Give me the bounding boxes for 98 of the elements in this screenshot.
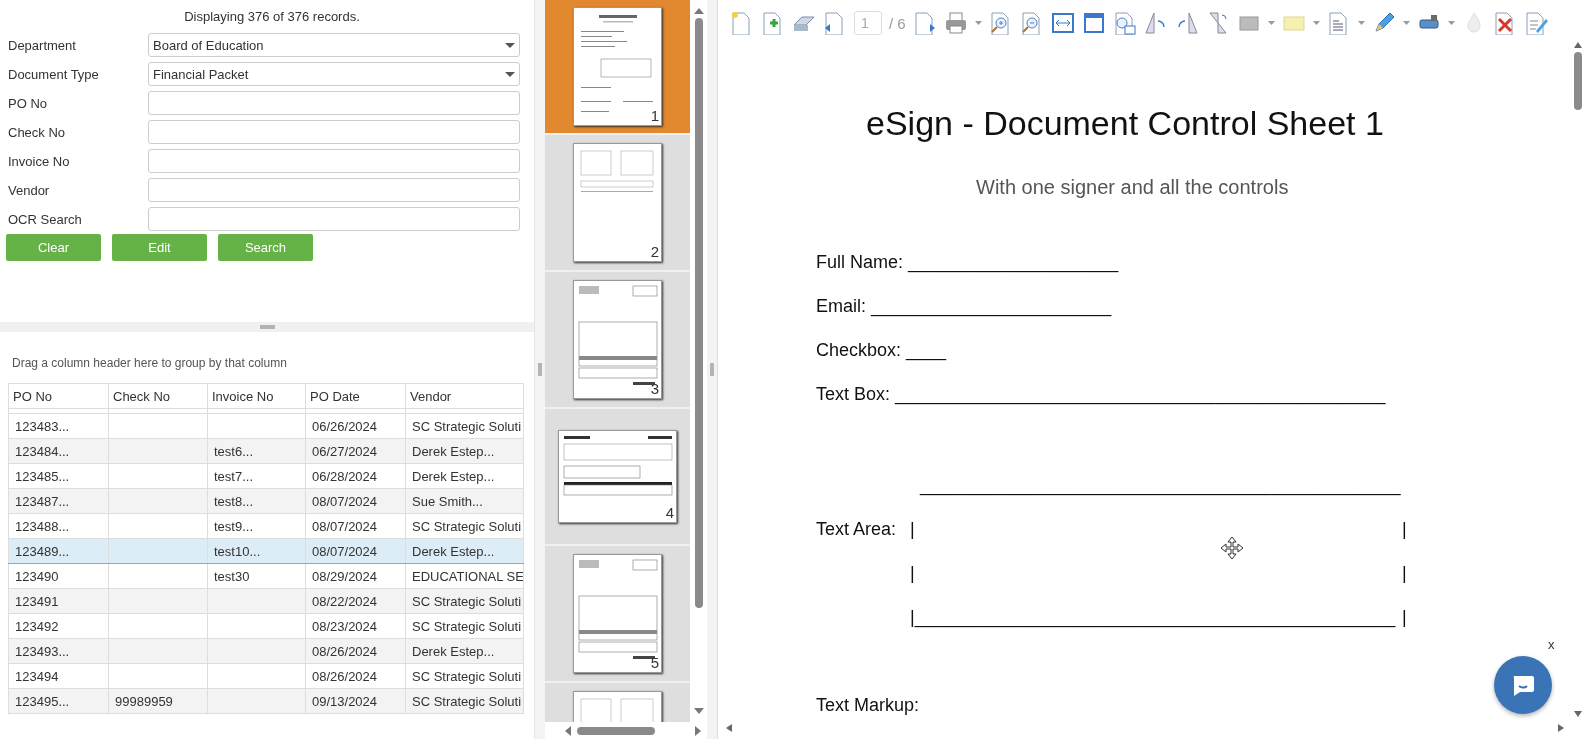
table-cell: Derek Estep... — [405, 463, 524, 489]
table-cell: 123494 — [8, 663, 109, 689]
table-cell: 06/27/2024 — [305, 438, 406, 464]
table-row[interactable]: 123493... 08/26/2024 Derek Estep... — [8, 638, 524, 664]
close-chat-button[interactable]: x — [1548, 637, 1555, 652]
table-cell: test7... — [207, 463, 306, 489]
form-field-text: Text Area: — [816, 519, 897, 540]
table-cell: 08/22/2024 — [305, 588, 406, 614]
table-cell: 08/07/2024 — [305, 538, 406, 564]
record-count-text: Displaying 376 of 376 records. — [183, 8, 361, 26]
table-row[interactable]: 123484... test6... 06/27/2024 Derek Estep... — [8, 438, 524, 464]
table-row[interactable]: 123488... test9... 08/07/2024 SC Strategic Soluti — [8, 513, 524, 539]
field-label: Check No — [8, 124, 67, 140]
page-number: 4 — [665, 504, 674, 521]
form-field-text: Checkbox: ____ — [816, 340, 947, 361]
table-cell: 08/26/2024 — [305, 638, 406, 664]
table-cell: 06/28/2024 — [305, 463, 406, 489]
text-area-border: | — [1402, 519, 1407, 540]
table-cell: 06/26/2024 — [305, 413, 406, 439]
table-cell: 08/07/2024 — [305, 488, 406, 514]
column-header[interactable]: Check No — [108, 383, 208, 409]
table-cell: 08/23/2024 — [305, 613, 406, 639]
table-cell: 123489... — [8, 538, 109, 564]
table-cell: 123484... — [8, 438, 109, 464]
document-title: eSign - Document Control Sheet 1 — [866, 104, 1385, 144]
form-field-text: Text Markup: — [816, 695, 920, 716]
table-cell: Sue Smith... — [405, 488, 524, 514]
table-cell: test30 — [207, 563, 306, 589]
table-cell: 123485... — [8, 463, 109, 489]
table-row[interactable]: 123495... 99989959 09/13/2024 SC Strategic Soluti — [8, 688, 524, 714]
group-hint-text: Drag a column header here to group by that column — [11, 356, 288, 372]
fill-in-line: ________________________________________________ — [920, 475, 1401, 496]
text-area-border: | — [1402, 563, 1407, 584]
table-cell: SC Strategic Soluti — [405, 413, 524, 439]
table-row[interactable]: 123487... test8... 08/07/2024 Sue Smith... — [8, 488, 524, 514]
table-cell: 123490 — [8, 563, 109, 589]
table-cell: Derek Estep... — [405, 638, 524, 664]
table-row[interactable]: 123492 08/23/2024 SC Strategic Soluti — [8, 613, 524, 639]
page-thumbnail[interactable]: 4 — [545, 409, 690, 544]
page-thumbnail[interactable]: 2 — [545, 135, 690, 270]
table-cell: SC Strategic Soluti — [405, 513, 524, 539]
table-cell: SC Strategic Soluti — [405, 588, 524, 614]
column-header[interactable]: PO Date — [305, 383, 406, 409]
column-header[interactable]: Vendor — [405, 383, 524, 409]
page-thumbnail[interactable]: 5 — [545, 546, 690, 681]
table-row[interactable]: 123490 test30 08/29/2024 EDUCATIONAL SE — [8, 563, 524, 589]
table-cell: 99989959 — [108, 688, 208, 714]
table-cell: 123495... — [8, 688, 109, 714]
table-cell: SC Strategic Soluti — [405, 688, 524, 714]
table-row[interactable]: 123483... 06/26/2024 SC Strategic Soluti — [8, 413, 524, 439]
page-number: 3 — [650, 380, 659, 397]
page-number: 1 — [650, 107, 659, 124]
page-thumbnail[interactable]: 3 — [545, 272, 690, 407]
table-row[interactable]: 123489... test10... 08/07/2024 Derek Estep... — [8, 538, 524, 564]
table-cell: 08/29/2024 — [305, 563, 406, 589]
table-cell: Derek Estep... — [405, 538, 524, 564]
dropdown-field[interactable]: Financial Packet — [148, 62, 520, 86]
column-header[interactable]: Invoice No — [207, 383, 306, 409]
document-subtitle: With one signer and all the controls — [976, 176, 1290, 200]
field-label: Department — [8, 37, 77, 53]
form-field-text: Text Box: _________________________________________________ — [816, 384, 1386, 405]
table-cell: 08/26/2024 — [305, 663, 406, 689]
table-cell: SC Strategic Soluti — [405, 613, 524, 639]
dropdown-field[interactable]: Board of Education — [148, 33, 520, 57]
field-label: Vendor — [8, 182, 51, 198]
table-cell: test9... — [207, 513, 306, 539]
table-cell: EDUCATIONAL SE — [405, 563, 524, 589]
column-header[interactable]: PO No — [8, 383, 109, 409]
table-cell: 123483... — [8, 413, 109, 439]
page-number: 5 — [650, 654, 659, 671]
field-label: Document Type — [8, 66, 100, 82]
table-cell: 123487... — [8, 488, 109, 514]
table-cell: 08/07/2024 — [305, 513, 406, 539]
field-label: PO No — [8, 95, 48, 111]
table-cell: SC Strategic Soluti — [405, 663, 524, 689]
page-thumbnail[interactable]: 1 — [545, 0, 690, 133]
table-cell: 123493... — [8, 638, 109, 664]
table-row[interactable]: 123491 08/22/2024 SC Strategic Soluti — [8, 588, 524, 614]
table-cell: 123491 — [8, 588, 109, 614]
table-cell: test8... — [207, 488, 306, 514]
table-cell: 123488... — [8, 513, 109, 539]
page-total: / 6 — [889, 14, 906, 32]
text-area-border: |________________________________________________ — [910, 607, 1397, 628]
table-cell: Derek Estep... — [405, 438, 524, 464]
field-label: OCR Search — [8, 211, 83, 227]
table-cell: 09/13/2024 — [305, 688, 406, 714]
field-label: Invoice No — [8, 153, 71, 169]
form-field-text: Email: ________________________ — [816, 296, 1112, 317]
table-row[interactable]: 123494 08/26/2024 SC Strategic Soluti — [8, 663, 524, 689]
page-number: 2 — [650, 243, 659, 260]
table-row[interactable]: 123485... test7... 06/28/2024 Derek Estep... — [8, 463, 524, 489]
table-cell: test10... — [207, 538, 306, 564]
form-field-text: Full Name: _____________________ — [816, 252, 1119, 273]
table-cell: 123492 — [8, 613, 109, 639]
text-area-border: | — [910, 563, 916, 584]
text-area-border: | — [910, 519, 916, 540]
table-cell: test6... — [207, 438, 306, 464]
text-area-border: | — [1402, 607, 1407, 628]
